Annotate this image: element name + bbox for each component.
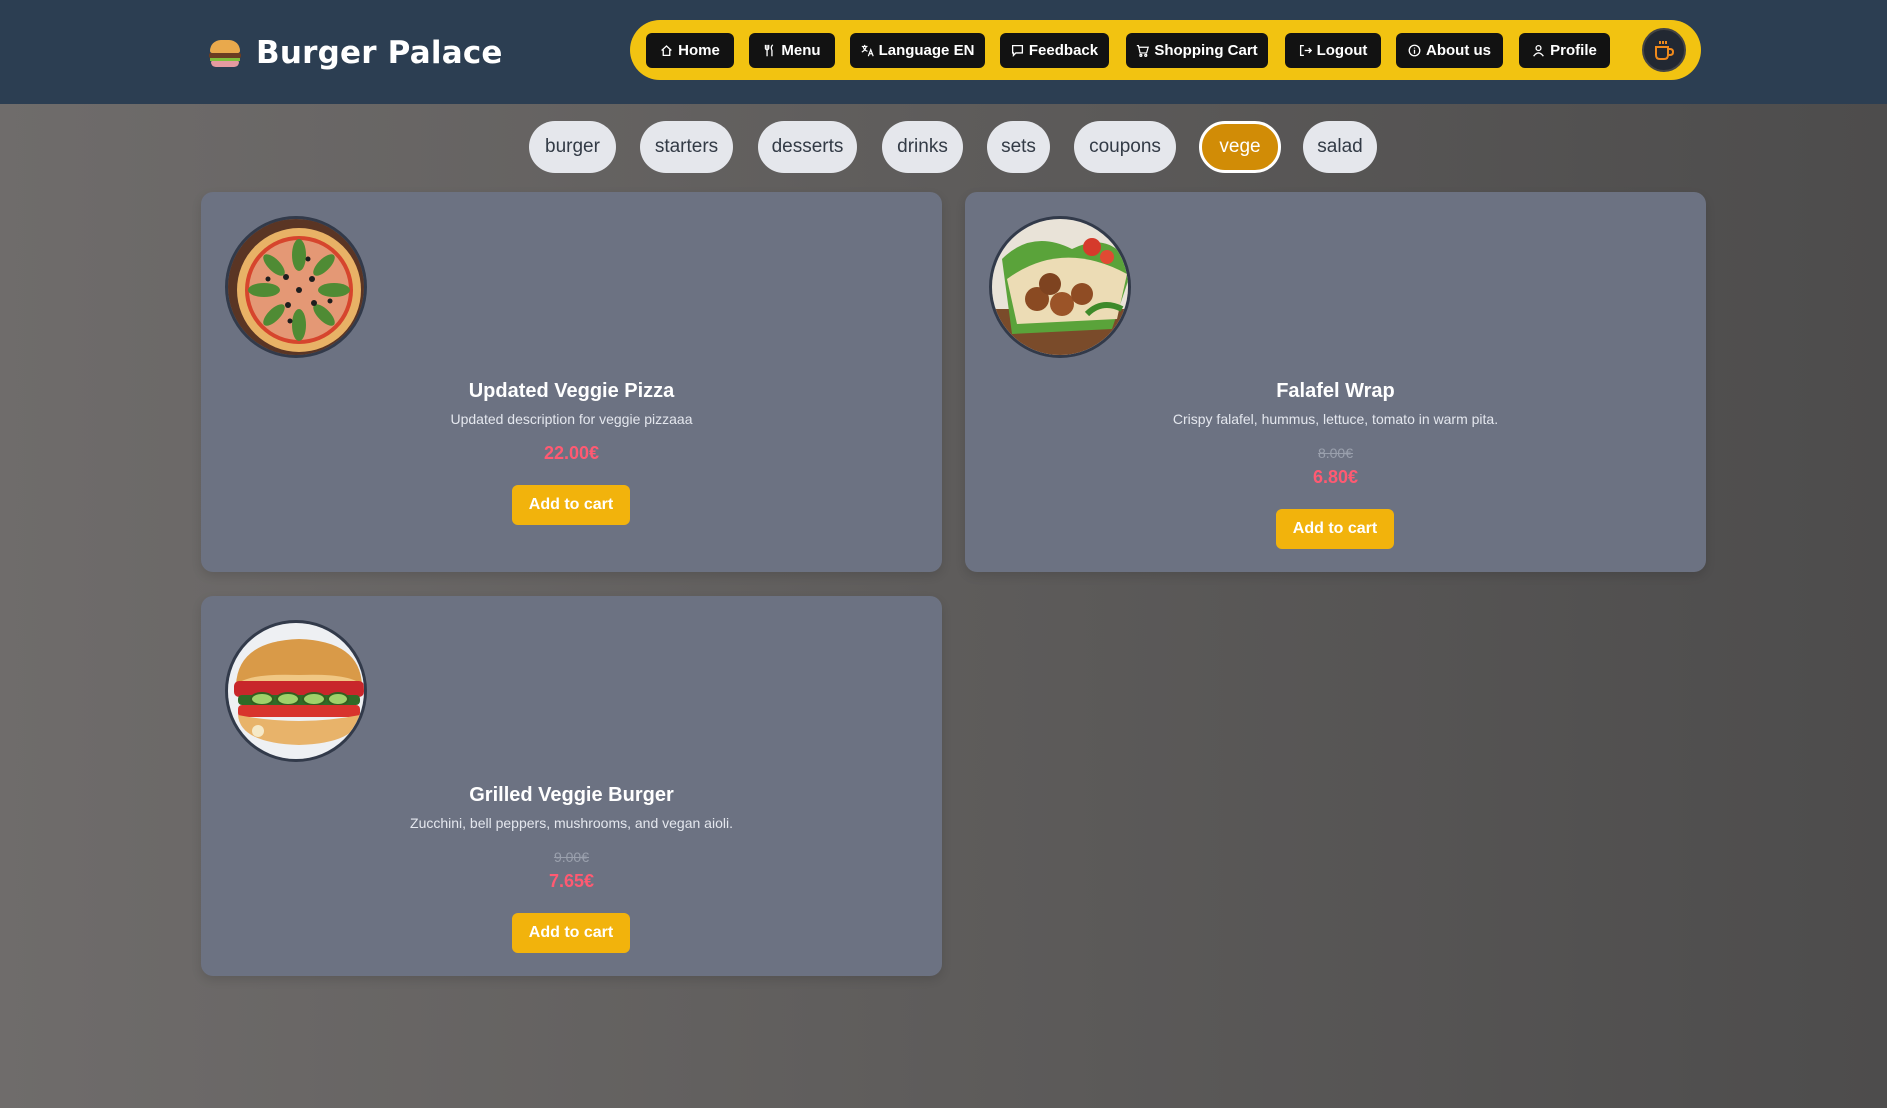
nav-logout-button[interactable]: Logout <box>1285 33 1381 68</box>
falafel-wrap-image <box>989 216 1131 358</box>
user-icon <box>1533 44 1545 57</box>
main-navigation: Home Menu Language EN Feedback Shopping … <box>630 20 1701 80</box>
category-chip-vege[interactable]: vege <box>1199 121 1281 173</box>
category-filter: burger starters desserts drinks sets cou… <box>0 121 1887 173</box>
product-name: Grilled Veggie Burger <box>469 784 674 806</box>
product-name: Updated Veggie Pizza <box>468 380 675 402</box>
product-original-price: 8.00€ <box>1317 445 1354 461</box>
veggie-pizza-image <box>225 216 367 358</box>
category-chip-burger[interactable]: burger <box>529 121 616 173</box>
product-price: 7.65€ <box>548 871 595 891</box>
message-icon <box>1011 44 1023 57</box>
nav-menu-button[interactable]: Menu <box>749 33 835 68</box>
category-chip-desserts[interactable]: desserts <box>758 121 857 173</box>
product-original-price: 9.00€ <box>553 849 590 865</box>
burger-icon <box>208 38 242 68</box>
nav-home-button[interactable]: Home <box>646 33 734 68</box>
logout-icon <box>1299 44 1312 57</box>
add-to-cart-button[interactable]: Add to cart <box>512 913 630 953</box>
nav-about-button[interactable]: About us <box>1396 33 1503 68</box>
category-chip-drinks[interactable]: drinks <box>882 121 963 173</box>
add-to-cart-button[interactable]: Add to cart <box>512 485 630 525</box>
brand[interactable]: Burger Palace <box>208 34 503 72</box>
info-icon <box>1408 44 1421 57</box>
home-icon <box>661 45 672 57</box>
product-name: Falafel Wrap <box>1276 380 1395 402</box>
category-chip-starters[interactable]: starters <box>640 121 733 173</box>
utensils-icon <box>765 44 774 57</box>
theme-toggle-button[interactable] <box>1642 28 1686 72</box>
top-header: Burger Palace Home Menu Language EN Feed… <box>0 0 1887 104</box>
cart-icon <box>1137 45 1150 57</box>
product-description: Crispy falafel, hummus, lettuce, tomato … <box>1172 411 1499 427</box>
product-price: 22.00€ <box>543 443 600 463</box>
category-chip-salad[interactable]: salad <box>1303 121 1377 173</box>
veggie-burger-image <box>225 620 367 762</box>
product-description: Updated description for veggie pizzaaa <box>450 411 693 427</box>
nav-profile-button[interactable]: Profile <box>1519 33 1610 68</box>
product-card: Grilled Veggie Burger Zucchini, bell pep… <box>201 596 942 976</box>
nav-feedback-button[interactable]: Feedback <box>1000 33 1109 68</box>
category-chip-coupons[interactable]: coupons <box>1074 121 1176 173</box>
translate-icon <box>861 44 874 57</box>
product-card: Falafel Wrap Crispy falafel, hummus, let… <box>965 192 1706 572</box>
product-price: 6.80€ <box>1312 467 1359 487</box>
brand-title: Burger Palace <box>256 35 503 71</box>
category-chip-sets[interactable]: sets <box>987 121 1050 173</box>
product-card: Updated Veggie Pizza Updated description… <box>201 192 942 572</box>
add-to-cart-button[interactable]: Add to cart <box>1276 509 1394 549</box>
product-description: Zucchini, bell peppers, mushrooms, and v… <box>410 815 733 831</box>
coffee-cup-icon <box>1655 41 1675 60</box>
nav-shopping-cart-button[interactable]: Shopping Cart <box>1126 33 1268 68</box>
nav-language-button[interactable]: Language EN <box>850 33 985 68</box>
